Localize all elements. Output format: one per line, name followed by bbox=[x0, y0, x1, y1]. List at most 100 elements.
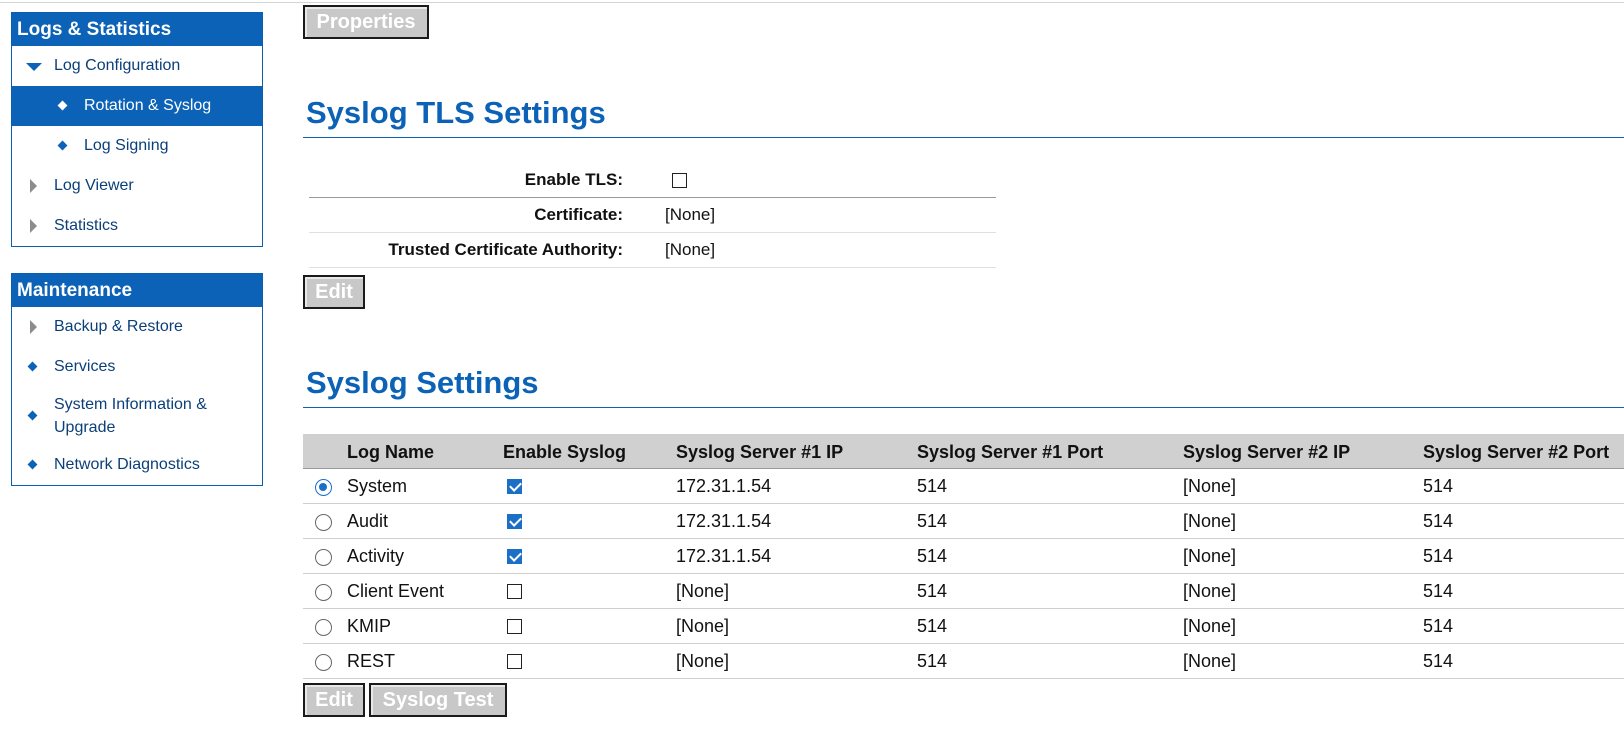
maintenance-header: Maintenance bbox=[12, 274, 262, 307]
table-row: REST [None] 514 [None] 514 bbox=[303, 644, 1624, 679]
sidebar-item-label: Statistics bbox=[54, 217, 119, 234]
log-name-cell: System bbox=[347, 476, 408, 496]
server1-port-cell: 514 bbox=[917, 651, 948, 671]
sidebar-item-rotation-syslog[interactable]: Rotation & Syslog bbox=[12, 86, 262, 126]
table-row: Client Event [None] 514 [None] 514 bbox=[303, 574, 1624, 609]
sidebar-item-backup-restore[interactable]: Backup & Restore bbox=[12, 307, 262, 347]
sidebar-item-network-diagnostics[interactable]: Network Diagnostics bbox=[12, 445, 262, 485]
col-header-log-name: Log Name bbox=[347, 442, 435, 462]
server2-port-cell: 514 bbox=[1423, 616, 1454, 636]
sidebar-item-label: Log Signing bbox=[84, 137, 169, 154]
certificate-label: Certificate: bbox=[534, 205, 623, 224]
log-name-cell: REST bbox=[347, 651, 396, 671]
server1-ip-cell: 172.31.1.54 bbox=[676, 511, 772, 531]
server2-ip-cell: [None] bbox=[1183, 476, 1237, 496]
row-select-radio[interactable] bbox=[315, 479, 332, 496]
expanded-triangle-icon bbox=[26, 63, 42, 71]
sidebar-item-label: Backup & Restore bbox=[54, 318, 183, 335]
sidebar-item-services[interactable]: Services bbox=[12, 347, 262, 387]
logs-statistics-header: Logs & Statistics bbox=[12, 13, 262, 46]
sidebar-item-label: Log Viewer bbox=[54, 177, 134, 194]
syslog-test-button[interactable]: Syslog Test bbox=[369, 683, 507, 717]
syslog-edit-button[interactable]: Edit bbox=[303, 683, 365, 717]
tls-section-divider bbox=[303, 137, 1624, 138]
bullet-diamond-icon bbox=[57, 100, 68, 111]
trusted-ca-row: Trusted Certificate Authority: [None] bbox=[309, 233, 996, 268]
server2-port-cell: 514 bbox=[1423, 511, 1454, 531]
server2-ip-cell: [None] bbox=[1183, 546, 1237, 566]
col-header-enable-syslog: Enable Syslog bbox=[503, 442, 627, 462]
server1-ip-cell: [None] bbox=[676, 651, 730, 671]
server1-port-cell: 514 bbox=[917, 511, 948, 531]
syslog-section-title: Syslog Settings bbox=[306, 365, 539, 400]
server2-ip-cell: [None] bbox=[1183, 581, 1237, 601]
table-header-row: Log Name Enable Syslog Syslog Server #1 … bbox=[303, 434, 1624, 469]
collapsed-triangle-icon bbox=[30, 179, 37, 193]
row-select-radio[interactable] bbox=[315, 584, 332, 601]
log-name-cell: Client Event bbox=[347, 581, 445, 601]
table-row: Activity 172.31.1.54 514 [None] 514 bbox=[303, 539, 1624, 574]
sidebar-item-label: Network Diagnostics bbox=[54, 456, 200, 473]
bullet-diamond-icon bbox=[27, 410, 38, 421]
server2-ip-cell: [None] bbox=[1183, 616, 1237, 636]
sidebar-item-log-configuration[interactable]: Log Configuration bbox=[12, 46, 262, 86]
server2-port-cell: 514 bbox=[1423, 581, 1454, 601]
enable-syslog-checkbox[interactable] bbox=[507, 654, 522, 669]
syslog-section-divider bbox=[303, 407, 1624, 408]
col-header-server2-port: Syslog Server #2 Port bbox=[1423, 442, 1610, 462]
server1-port-cell: 514 bbox=[917, 546, 948, 566]
collapsed-triangle-icon bbox=[30, 219, 37, 233]
sidebar-item-label: System Information & Upgrade bbox=[54, 396, 207, 436]
logs-statistics-panel: Logs & Statistics Log Configuration Rota… bbox=[11, 12, 263, 247]
enable-tls-row: Enable TLS: bbox=[309, 163, 996, 198]
col-header-server1-ip: Syslog Server #1 IP bbox=[676, 442, 844, 462]
table-row: KMIP [None] 514 [None] 514 bbox=[303, 609, 1624, 644]
log-name-cell: Audit bbox=[347, 511, 389, 531]
enable-syslog-checkbox[interactable] bbox=[507, 514, 522, 529]
sidebar-item-statistics[interactable]: Statistics bbox=[12, 206, 262, 246]
bullet-diamond-icon bbox=[57, 140, 68, 151]
sidebar-item-log-viewer[interactable]: Log Viewer bbox=[12, 166, 262, 206]
trusted-ca-label: Trusted Certificate Authority: bbox=[388, 240, 623, 259]
bullet-diamond-icon bbox=[27, 361, 38, 372]
bullet-diamond-icon bbox=[27, 459, 38, 470]
row-select-radio[interactable] bbox=[315, 654, 332, 671]
collapsed-triangle-icon bbox=[30, 320, 37, 334]
server2-ip-cell: [None] bbox=[1183, 651, 1237, 671]
maintenance-panel: Maintenance Backup & Restore Services Sy… bbox=[11, 273, 263, 486]
enable-tls-checkbox[interactable] bbox=[672, 173, 687, 188]
row-select-radio[interactable] bbox=[315, 619, 332, 636]
properties-button[interactable]: Properties bbox=[303, 5, 429, 39]
certificate-row: Certificate: [None] bbox=[309, 198, 996, 233]
log-name-cell: KMIP bbox=[347, 616, 392, 636]
table-row: System 172.31.1.54 514 [None] 514 bbox=[303, 469, 1624, 504]
sidebar-item-label: Rotation & Syslog bbox=[84, 97, 212, 114]
server2-port-cell: 514 bbox=[1423, 476, 1454, 496]
server1-ip-cell: [None] bbox=[676, 581, 730, 601]
sidebar-item-label: Services bbox=[54, 358, 116, 375]
enable-syslog-checkbox[interactable] bbox=[507, 549, 522, 564]
trusted-ca-value: [None] bbox=[665, 240, 716, 259]
row-select-radio[interactable] bbox=[315, 514, 332, 531]
tls-edit-button[interactable]: Edit bbox=[303, 275, 365, 309]
enable-syslog-checkbox[interactable] bbox=[507, 479, 522, 494]
server1-port-cell: 514 bbox=[917, 476, 948, 496]
sidebar-item-log-signing[interactable]: Log Signing bbox=[12, 126, 262, 166]
row-select-radio[interactable] bbox=[315, 549, 332, 566]
server2-port-cell: 514 bbox=[1423, 651, 1454, 671]
syslog-table: Log Name Enable Syslog Syslog Server #1 … bbox=[303, 434, 1624, 679]
server2-ip-cell: [None] bbox=[1183, 511, 1237, 531]
server2-port-cell: 514 bbox=[1423, 546, 1454, 566]
enable-syslog-checkbox[interactable] bbox=[507, 619, 522, 634]
enable-tls-label: Enable TLS: bbox=[524, 170, 623, 189]
log-name-cell: Activity bbox=[347, 546, 405, 566]
enable-syslog-checkbox[interactable] bbox=[507, 584, 522, 599]
sidebar-item-system-information-upgrade[interactable]: System Information & Upgrade bbox=[12, 387, 262, 445]
server1-ip-cell: 172.31.1.54 bbox=[676, 476, 772, 496]
sidebar-item-label: Log Configuration bbox=[54, 57, 181, 74]
server1-port-cell: 514 bbox=[917, 616, 948, 636]
server1-ip-cell: [None] bbox=[676, 616, 730, 636]
certificate-value: [None] bbox=[665, 205, 716, 224]
table-row: Audit 172.31.1.54 514 [None] 514 bbox=[303, 504, 1624, 539]
col-header-server2-ip: Syslog Server #2 IP bbox=[1183, 442, 1351, 462]
